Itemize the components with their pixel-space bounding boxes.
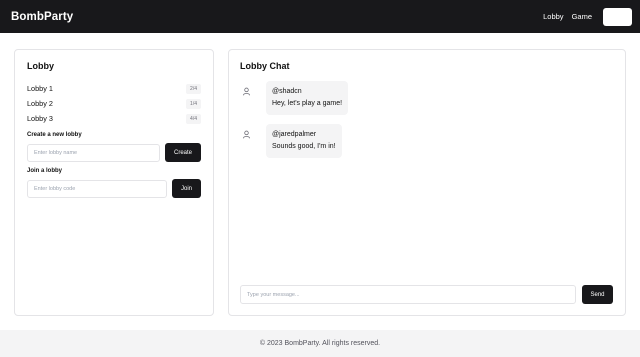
chat-message: @shadcn Hey, let's play a game! <box>240 81 614 115</box>
lobby-name: Lobby 2 <box>27 99 53 108</box>
lobby-name: Lobby 3 <box>27 114 53 123</box>
message-bubble: @jaredpalmer Sounds good, I'm in! <box>266 124 342 158</box>
lobby-list-item[interactable]: Lobby 2 1/4 <box>27 96 201 111</box>
user-icon <box>242 83 258 101</box>
user-menu-button[interactable] <box>603 7 632 26</box>
lobby-list-item[interactable]: Lobby 3 4/4 <box>27 111 201 126</box>
lobby-chat-card: Lobby Chat @shadcn Hey, let's play a gam… <box>228 49 626 316</box>
lobby-player-count-badge: 2/4 <box>186 83 201 94</box>
lobby-name: Lobby 1 <box>27 84 53 93</box>
chat-card-title: Lobby Chat <box>240 61 290 71</box>
main-content: Lobby Lobby 1 2/4 Lobby 2 1/4 Lobby 3 4/… <box>0 33 640 330</box>
lobby-code-input[interactable] <box>27 179 167 198</box>
message-author: @jaredpalmer <box>272 131 317 138</box>
lobby-player-count-badge: 4/4 <box>186 113 201 124</box>
main-nav: Lobby Game <box>543 7 632 26</box>
top-navbar: BombParty Lobby Game <box>0 0 640 33</box>
chat-message: @jaredpalmer Sounds good, I'm in! <box>240 124 614 158</box>
chat-message-input[interactable] <box>240 285 576 304</box>
page-footer: © 2023 BombParty. All rights reserved. <box>0 330 640 357</box>
lobby-card-title: Lobby <box>27 61 54 71</box>
lobby-card: Lobby Lobby 1 2/4 Lobby 2 1/4 Lobby 3 4/… <box>14 49 214 316</box>
join-lobby-label: Join a lobby <box>27 168 63 174</box>
lobby-player-count-badge: 1/4 <box>186 98 201 109</box>
nav-link-lobby[interactable]: Lobby <box>543 12 563 21</box>
message-bubble: @shadcn Hey, let's play a game! <box>266 81 349 115</box>
lobby-list-item[interactable]: Lobby 1 2/4 <box>27 81 201 96</box>
footer-copyright: © 2023 BombParty. All rights reserved. <box>259 340 381 347</box>
create-lobby-button[interactable]: Create <box>165 143 201 162</box>
message-text: Sounds good, I'm in! <box>272 143 336 150</box>
message-text: Hey, let's play a game! <box>272 100 343 107</box>
send-message-button[interactable]: Send <box>582 285 613 304</box>
nav-link-game[interactable]: Game <box>572 12 592 21</box>
create-lobby-label: Create a new lobby <box>27 132 82 138</box>
message-author: @shadcn <box>272 88 302 95</box>
user-icon <box>242 126 258 144</box>
join-lobby-button[interactable]: Join <box>172 179 201 198</box>
join-lobby-form: Join <box>27 179 201 198</box>
lobby-name-input[interactable] <box>27 143 160 162</box>
create-lobby-form: Create <box>27 143 201 162</box>
chat-input-form: Send <box>240 285 613 304</box>
brand-logo[interactable]: BombParty <box>11 11 73 23</box>
